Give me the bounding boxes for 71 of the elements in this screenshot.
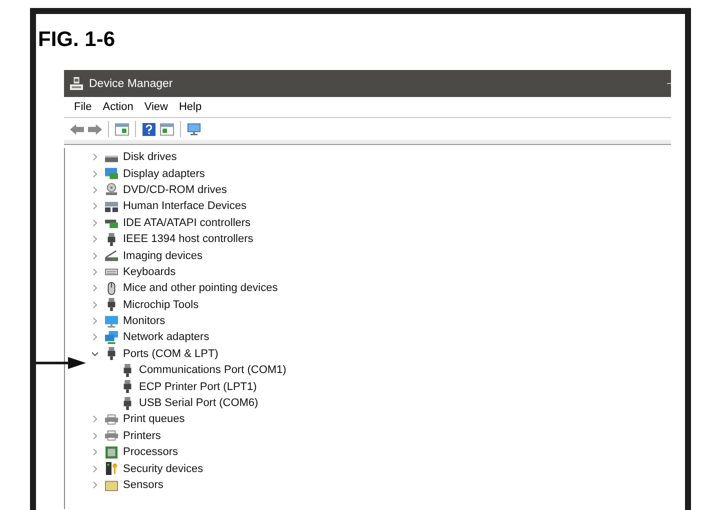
connector-icon — [121, 396, 134, 410]
chevron-right-icon[interactable] — [91, 153, 99, 162]
figure-label: FIG. 1-6 — [38, 28, 116, 53]
action-pane-icon[interactable] — [160, 122, 174, 136]
tree-item[interactable]: Monitors — [123, 315, 166, 328]
chevron-right-icon[interactable] — [91, 202, 99, 210]
connector-icon — [105, 298, 118, 312]
tree-item[interactable]: Disk drives — [123, 151, 177, 164]
connector-icon — [105, 232, 118, 246]
tree-item[interactable]: Imaging devices — [123, 250, 202, 262]
tree-item[interactable]: DVD/CD-ROM drives — [123, 184, 227, 196]
chevron-right-icon[interactable] — [91, 218, 99, 227]
tree-item[interactable]: Security devices — [123, 462, 204, 475]
tree-item[interactable]: ECP Printer Port (LPT1) — [139, 380, 257, 393]
tree-item[interactable]: USB Serial Port (COM6) — [139, 397, 258, 410]
chevron-right-icon[interactable] — [91, 170, 99, 178]
tree-item[interactable]: Sensors — [123, 479, 164, 491]
tree-item[interactable]: Keyboards — [123, 266, 176, 278]
tree-item[interactable]: Communications Port (COM1) — [139, 364, 286, 376]
chevron-right-icon[interactable] — [91, 432, 99, 440]
chevron-right-icon[interactable] — [91, 252, 99, 260]
chevron-right-icon[interactable] — [91, 481, 99, 489]
scanner-icon — [105, 249, 118, 262]
disc-drive-icon — [105, 183, 118, 196]
connector-icon — [121, 380, 134, 394]
tree-item[interactable]: Ports (COM & LPT) — [123, 348, 218, 360]
printer-icon — [105, 429, 118, 442]
security-key-icon — [105, 462, 118, 476]
network-icon — [105, 330, 118, 344]
forward-arrow-icon[interactable] — [88, 122, 102, 136]
window-title: Device Manager — [89, 78, 173, 90]
chip-icon — [105, 446, 118, 459]
chevron-right-icon[interactable] — [91, 235, 99, 244]
tree-item[interactable]: IDE ATA/ATAPI controllers — [123, 216, 251, 229]
tree-item[interactable]: Display adapters — [123, 168, 205, 180]
tree-item[interactable]: Microchip Tools — [123, 298, 199, 311]
chevron-right-icon[interactable] — [91, 186, 99, 194]
printer-icon — [105, 412, 118, 426]
monitor-icon — [105, 314, 118, 328]
chevron-right-icon[interactable] — [91, 333, 99, 342]
tree-item[interactable]: Printers — [123, 430, 161, 442]
mouse-icon — [105, 282, 118, 295]
tree-item[interactable]: Human Interface Devices — [123, 200, 246, 212]
computer-icon — [70, 77, 83, 90]
chevron-right-icon[interactable] — [91, 300, 99, 309]
chevron-down-icon[interactable] — [91, 350, 99, 358]
menu-item[interactable]: Action — [102, 101, 134, 113]
console-tree-icon[interactable] — [115, 122, 129, 136]
connector-icon — [121, 364, 134, 377]
chevron-right-icon[interactable] — [91, 317, 99, 326]
chevron-right-icon[interactable] — [91, 415, 99, 424]
tree-item[interactable]: Processors — [123, 446, 178, 458]
tree-item[interactable]: Mice and other pointing devices — [123, 282, 278, 294]
chevron-right-icon[interactable] — [91, 464, 99, 473]
tree-item[interactable]: Print queues — [123, 413, 185, 426]
tree-item[interactable]: Network adapters — [123, 331, 210, 344]
chevron-right-icon[interactable] — [91, 268, 99, 276]
back-arrow-icon[interactable] — [70, 122, 84, 136]
display-card-icon — [105, 167, 118, 180]
menu-item[interactable]: Help — [178, 101, 202, 113]
monitor-icon[interactable] — [187, 122, 201, 136]
help-icon[interactable] — [142, 122, 156, 136]
keyboard-mouse-icon — [105, 200, 118, 213]
sensor-icon — [105, 478, 118, 492]
chevron-right-icon[interactable] — [91, 448, 99, 456]
connector-icon — [105, 347, 118, 360]
menu-item[interactable]: File — [74, 101, 92, 113]
tree-item[interactable]: IEEE 1394 host controllers — [123, 233, 254, 246]
chevron-right-icon[interactable] — [91, 284, 99, 292]
menu-item[interactable]: View — [144, 101, 168, 113]
pointer-arrow — [36, 357, 86, 369]
